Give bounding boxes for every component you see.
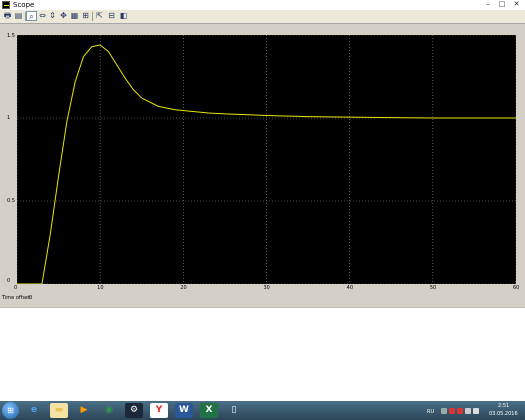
explorer-icon[interactable]: ▬ xyxy=(50,403,68,418)
signal-selection-button[interactable]: ◧ xyxy=(118,11,129,21)
x-tick-label: 40 xyxy=(346,285,354,291)
close-button[interactable]: ✕ xyxy=(510,0,523,9)
zoom-y-button[interactable]: ⇕ xyxy=(47,11,58,21)
save-axes-icon: ▦ xyxy=(70,11,79,20)
tray-expand-icon[interactable] xyxy=(441,408,447,414)
ie-icon[interactable]: e xyxy=(25,403,43,418)
time-offset-label: Time offset: xyxy=(2,295,32,301)
scope-chart xyxy=(17,35,516,284)
start-button[interactable]: ⊞ xyxy=(2,402,19,419)
autoscale-button[interactable]: ✥ xyxy=(58,11,69,21)
parameters-button[interactable]: ▤ xyxy=(13,11,24,21)
y-tick-label: 1.5 xyxy=(7,33,15,39)
yandex-icon[interactable]: Y xyxy=(150,403,168,418)
excel-icon[interactable]: X xyxy=(200,403,218,418)
x-tick-label: 0 xyxy=(14,285,18,291)
restore-axes-button[interactable]: ⊞ xyxy=(80,11,91,21)
scope-window: Scope – □ ✕ 🖶 ▤ ⌕ ⇔ ⇕ ✥ ▦ ⊞ ⇱ ⊟ ◧ 0 0.5 1 1… xyxy=(0,0,525,307)
background-area xyxy=(0,307,525,402)
signal-selection-icon: ◧ xyxy=(119,11,128,20)
x-tick-label: 30 xyxy=(263,285,270,291)
x-tick-label: 60 xyxy=(513,285,520,291)
save-axes-button[interactable]: ▦ xyxy=(69,11,80,21)
volume-icon[interactable] xyxy=(473,408,479,414)
restore-axes-icon: ⊞ xyxy=(82,11,89,20)
print-button[interactable]: 🖶 xyxy=(2,11,13,21)
toolbar: 🖶 ▤ ⌕ ⇔ ⇕ ✥ ▦ ⊞ ⇱ ⊟ ◧ xyxy=(0,10,525,24)
security-icon[interactable] xyxy=(457,408,463,414)
language-indicator[interactable]: RU xyxy=(427,409,434,415)
time-offset-value: 0 xyxy=(29,295,33,301)
zoom-x-icon: ⇔ xyxy=(39,11,46,20)
floating-scope-button[interactable]: ⇱ xyxy=(94,11,105,21)
document-icon[interactable]: ▯ xyxy=(225,403,243,418)
antivirus-icon[interactable] xyxy=(449,408,455,414)
lock-axes-icon: ⊟ xyxy=(108,11,115,20)
taskbar: ⊞ e ▬ ▶ ◉ ⚙ Y W X ▯ RU 2:51 03.05.2016 xyxy=(0,401,525,420)
floating-scope-icon: ⇱ xyxy=(96,11,103,20)
zoom-y-icon: ⇕ xyxy=(49,11,56,20)
window-title: Scope xyxy=(13,1,35,9)
parameters-icon: ▤ xyxy=(14,11,23,20)
scope-plot-area[interactable] xyxy=(17,35,516,284)
steam-icon[interactable]: ⚙ xyxy=(125,403,143,418)
zoom-button[interactable]: ⌕ xyxy=(26,11,37,21)
lock-axes-button[interactable]: ⊟ xyxy=(106,11,117,21)
x-tick-label: 50 xyxy=(429,285,437,291)
autoscale-icon: ✥ xyxy=(60,11,67,20)
x-tick-label: 10 xyxy=(97,285,104,291)
clock-time[interactable]: 2:51 xyxy=(498,403,509,409)
minimize-button[interactable]: – xyxy=(482,0,494,9)
y-tick-label: 1 xyxy=(7,115,11,121)
windows-logo-icon: ⊞ xyxy=(7,406,14,415)
print-icon: 🖶 xyxy=(3,11,12,20)
chrome-icon[interactable]: ◉ xyxy=(100,403,118,418)
word-icon[interactable]: W xyxy=(175,403,193,418)
network-icon[interactable] xyxy=(465,408,471,414)
y-tick-label: 0 xyxy=(7,278,11,284)
scope-app-icon xyxy=(2,1,10,9)
maximize-button[interactable]: □ xyxy=(496,0,508,9)
clock-date[interactable]: 03.05.2016 xyxy=(489,411,518,417)
x-tick-label: 20 xyxy=(180,285,187,291)
media-player-icon[interactable]: ▶ xyxy=(75,403,93,418)
zoom-icon: ⌕ xyxy=(29,12,34,21)
y-tick-label: 0.5 xyxy=(7,198,15,204)
